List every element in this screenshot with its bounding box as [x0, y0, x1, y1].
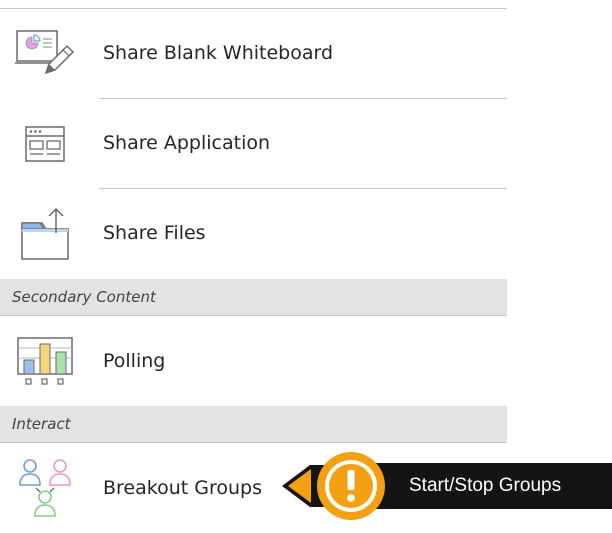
breakout-groups-icon: [18, 457, 78, 525]
menu-item-label: Share Application: [103, 132, 271, 154]
menu-item-share-files[interactable]: Share Files: [0, 189, 507, 278]
section-header-label: Secondary Content: [12, 288, 156, 306]
menu-item-polling[interactable]: Polling: [0, 316, 507, 405]
alert-exclamation-icon: [280, 443, 410, 533]
whiteboard-icon: [14, 29, 76, 85]
section-header-label: Interact: [12, 415, 71, 433]
menu-item-share-blank-whiteboard[interactable]: Share Blank Whiteboard: [0, 9, 507, 98]
menu-item-label: Polling: [103, 350, 166, 372]
section-header-interact: Interact: [0, 406, 507, 443]
menu-item-share-application[interactable]: Share Application: [0, 99, 507, 188]
menu-item-label: Share Blank Whiteboard: [103, 42, 334, 64]
menu-item-label: Share Files: [103, 222, 206, 244]
folder-upload-icon: [18, 203, 74, 269]
section-header-secondary-content: Secondary Content: [0, 279, 507, 316]
start-stop-groups-callout: Start/Stop Groups: [280, 443, 612, 529]
callout-text: Start/Stop Groups: [409, 475, 562, 496]
polling-chart-icon: [16, 334, 76, 392]
application-window-icon: [24, 123, 68, 171]
menu-item-label: Breakout Groups: [103, 477, 262, 499]
